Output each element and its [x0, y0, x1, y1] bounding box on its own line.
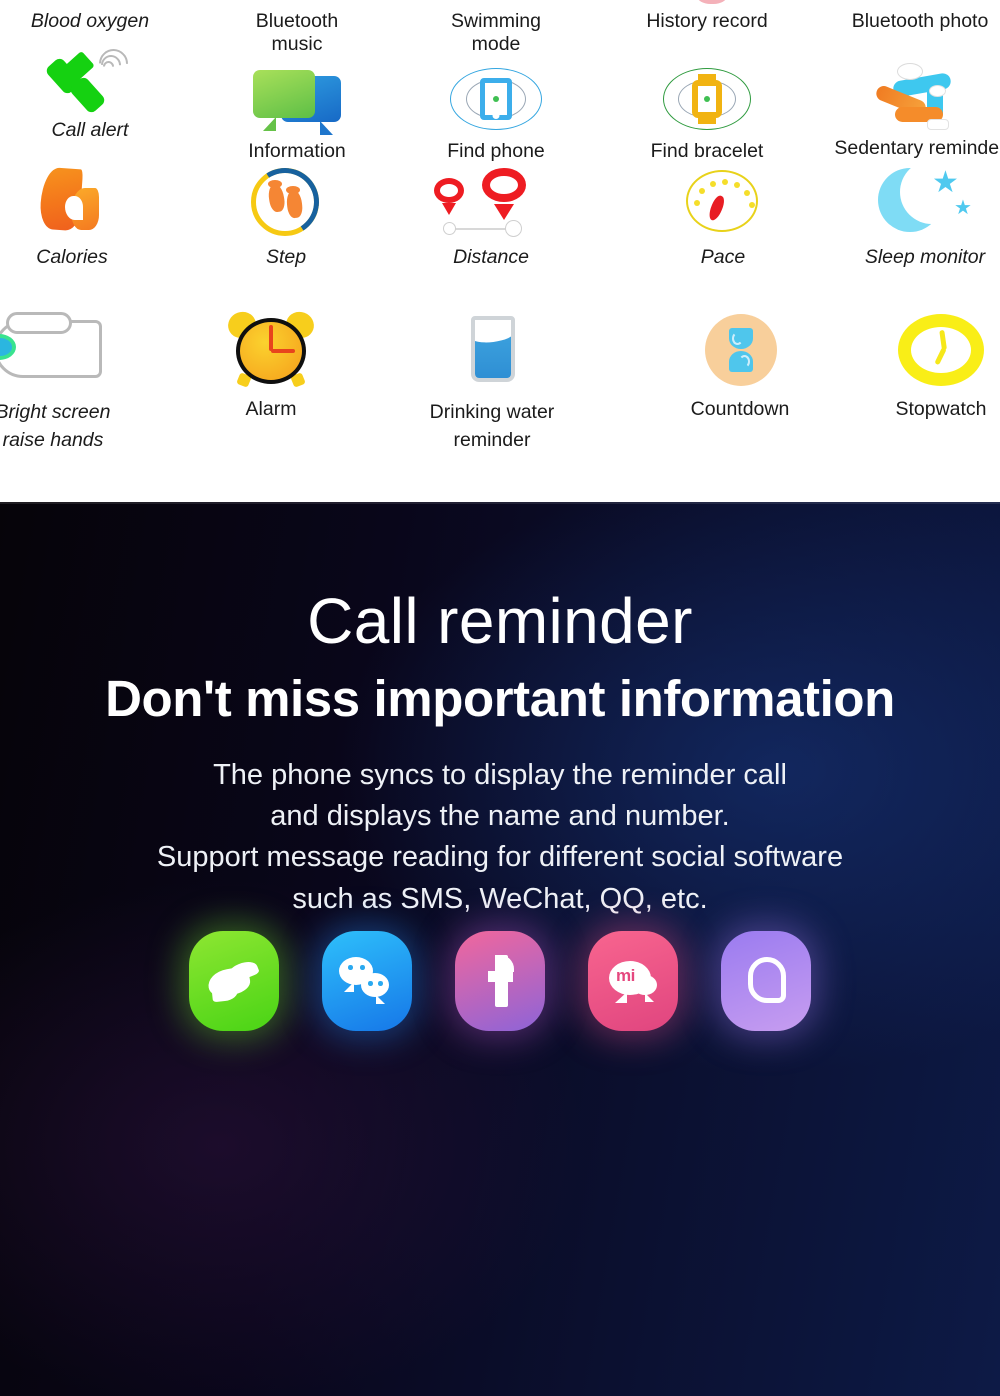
promo-body-line: Support message reading for different so… [156, 841, 844, 874]
pace-speedometer-icon [680, 166, 766, 238]
feature-cell-step[interactable]: Step [186, 161, 386, 269]
countdown-hourglass-icon [685, 312, 795, 388]
feature-cell-drinking-water-reminder[interactable]: Drinking water reminder [389, 312, 595, 455]
feature-cell-sleep-monitor[interactable]: ★ ★ Sleep monitor [820, 160, 1000, 269]
mitalk-icon: mi [605, 953, 661, 1009]
raise-hand-watch-icon [0, 312, 118, 388]
feature-cell-countdown[interactable]: Countdown [637, 312, 843, 421]
call-reminder-promo-section: Call reminder Don't miss important infor… [0, 502, 1000, 1396]
feature-top-label: Bluetooth photo [851, 10, 989, 32]
feature-cell-bright-screen-raise-hands[interactable]: Bright screen raise hands [0, 312, 168, 455]
feature-bottom-label: Pace [700, 246, 746, 268]
feature-top-label: Swimming mode [451, 10, 541, 55]
feature-cell-pace[interactable]: Pace [623, 166, 823, 269]
feature-bottom-label: Find bracelet [650, 140, 764, 162]
sedentary-reminder-icon [865, 63, 975, 130]
promo-body: The phone syncs to display the reminder … [0, 755, 1000, 920]
promo-heading: Call reminder [307, 585, 693, 657]
feature-cell-find-bracelet[interactable]: History record Find bracelet [607, 10, 807, 163]
stopwatch-icon [886, 312, 996, 388]
call-alert-icon [47, 42, 135, 111]
feature-bottom-label: Drinking water reminder [429, 401, 555, 452]
facebook-icon [472, 953, 528, 1009]
social-app-mitalk[interactable]: mi [588, 931, 678, 1031]
feature-bottom-label: Countdown [690, 398, 790, 420]
feature-bottom-label: Stopwatch [895, 398, 987, 420]
feature-cell-distance[interactable]: Distance [391, 166, 591, 269]
social-app-qq[interactable] [721, 931, 811, 1031]
feature-bottom-label: Distance [453, 246, 529, 268]
social-app-twitter[interactable] [189, 931, 279, 1031]
twitter-icon [206, 953, 262, 1009]
mitalk-glyph-label: mi [616, 966, 635, 985]
feature-row-2: Calories Step Distance Pace ★ ★ Sleep mo… [0, 160, 1000, 306]
wechat-icon [339, 953, 395, 1009]
feature-bottom-label: Bright screen raise hands [0, 401, 111, 452]
promo-body-line: such as SMS, WeChat, QQ, etc. [292, 882, 708, 915]
feature-grid-section: Blood oxygen Call alert Bluetooth music … [0, 0, 1000, 502]
feature-cell-calories[interactable]: Calories [0, 166, 172, 269]
social-app-wechat[interactable] [322, 931, 412, 1031]
feature-row-1: Blood oxygen Call alert Bluetooth music … [0, 10, 1000, 163]
feature-cell-stopwatch[interactable]: Stopwatch [838, 312, 1000, 421]
feature-bottom-label: Sedentary reminder [834, 137, 1000, 159]
clipped-heart-icon [697, 0, 727, 4]
alarm-clock-icon [216, 307, 326, 388]
feature-bottom-label: Step [265, 246, 307, 268]
feature-top-label: Blood oxygen [30, 10, 150, 32]
step-footprints-icon [243, 161, 329, 243]
promo-subheading: Don't miss important information [105, 670, 895, 727]
feature-top-label: History record [646, 10, 768, 32]
information-icon [249, 66, 345, 135]
feature-cell-alarm[interactable]: Alarm [168, 307, 374, 421]
feature-bottom-label: Calories [36, 246, 108, 268]
sleep-moon-icon: ★ ★ [870, 160, 980, 238]
calories-flame-icon [29, 166, 115, 238]
social-app-facebook[interactable] [455, 931, 545, 1031]
drinking-water-glass-icon [449, 312, 535, 388]
promo-body-line: and displays the name and number. [270, 800, 730, 833]
feature-cell-find-phone[interactable]: Swimming mode Find phone [396, 10, 596, 163]
feature-cell-information[interactable]: Bluetooth music Information [197, 10, 397, 163]
feature-cell-sedentary-reminder[interactable]: Bluetooth photo Sedentary reminder [805, 10, 1000, 160]
social-app-icon-row: mi [0, 930, 1000, 1032]
feature-bottom-label: Alarm [245, 398, 297, 420]
find-bracelet-icon [659, 66, 755, 132]
distance-pins-icon [426, 166, 556, 238]
feature-top-label: Bluetooth music [255, 10, 339, 55]
feature-bottom-label: Sleep monitor [864, 246, 986, 268]
qq-icon [738, 953, 794, 1009]
feature-row-3: Bright screen raise hands Alarm Drinking… [0, 307, 1000, 492]
feature-bottom-label: Call alert [51, 119, 129, 141]
feature-cell-call-alert[interactable]: Blood oxygen Call alert [0, 10, 190, 142]
feature-bottom-label: Information [248, 140, 346, 162]
promo-body-line: The phone syncs to display the reminder … [213, 759, 787, 791]
find-phone-icon [448, 66, 544, 132]
feature-bottom-label: Find phone [447, 140, 545, 162]
